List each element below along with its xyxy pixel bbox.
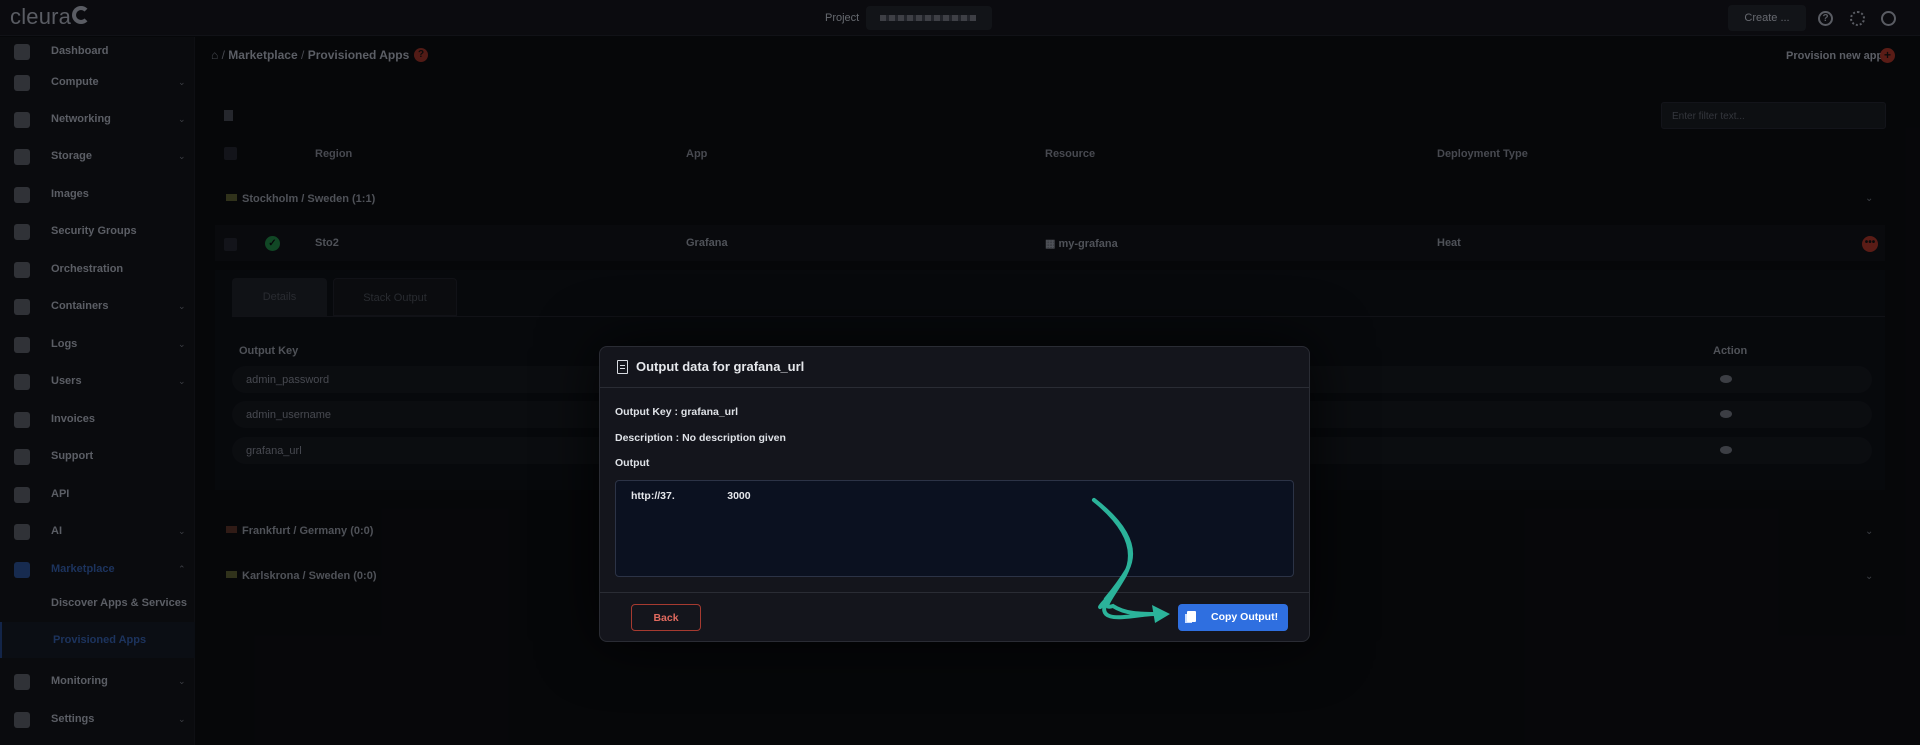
- modal-footer-divider: [600, 592, 1309, 593]
- output-textarea[interactable]: http://37. 3000: [615, 480, 1294, 577]
- modal-title: Output data for grafana_url: [636, 359, 805, 374]
- description-text: Description : No description given: [615, 432, 786, 444]
- output-value: http://37. 3000: [631, 490, 751, 502]
- copy-icon: [1187, 611, 1196, 622]
- output-key-text: Output Key : grafana_url: [615, 406, 739, 418]
- document-icon: [617, 360, 628, 374]
- output-modal: Output data for grafana_url Output Key :…: [599, 346, 1310, 642]
- modal-header: Output data for grafana_url: [600, 347, 1309, 388]
- output-label: Output: [615, 457, 650, 469]
- back-button[interactable]: Back: [631, 604, 701, 631]
- copy-output-button[interactable]: Copy Output!: [1178, 604, 1288, 631]
- copy-output-label: Copy Output!: [1211, 611, 1279, 623]
